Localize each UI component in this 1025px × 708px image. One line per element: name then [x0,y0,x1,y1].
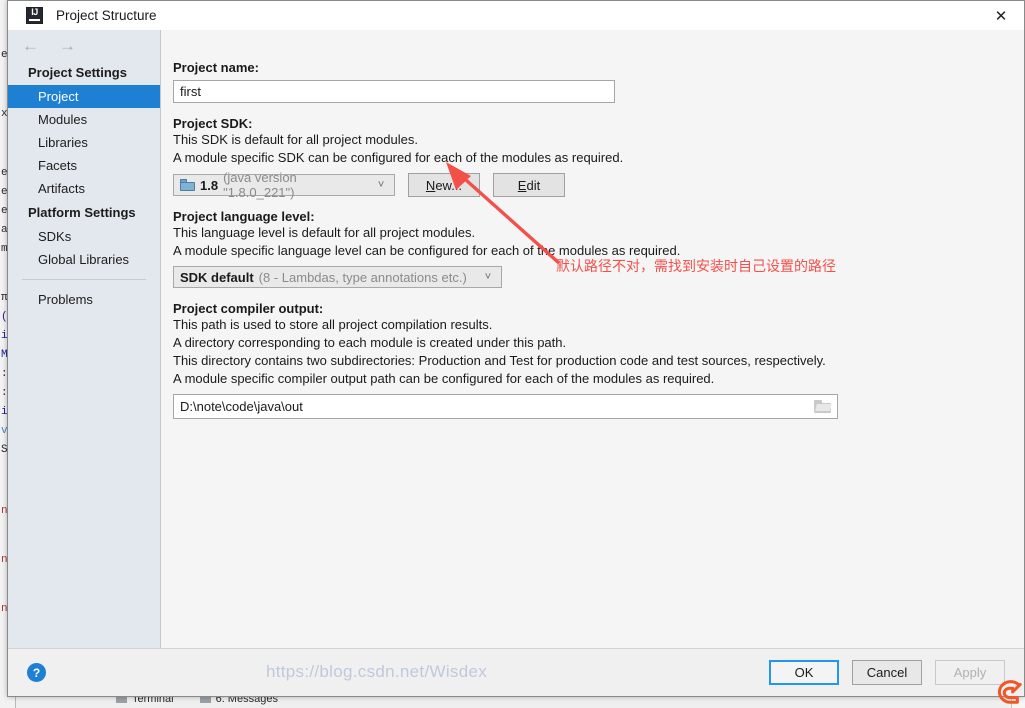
project-structure-dialog: Project Structure ✕ ← → Project Settings… [7,0,1025,697]
compiler-output-desc-1: This path is used to store all project c… [173,317,493,332]
sidebar-item-problems[interactable]: Problems [8,288,160,311]
chevron-down-icon: ˅ [484,271,492,283]
compiler-output-path-input[interactable]: D:\note\code\java\out [173,394,838,419]
arrow-left-icon[interactable]: ← [22,37,39,54]
sidebar-item-sdks[interactable]: SDKs [8,225,160,248]
compiler-output-desc-3: This directory contains two subdirectori… [173,353,826,368]
new-sdk-button[interactable]: New... [408,173,480,197]
project-name-label: Project name: [173,60,259,75]
cancel-button[interactable]: Cancel [852,660,922,685]
apply-button: Apply [935,660,1005,685]
arrow-right-icon[interactable]: → [59,37,76,54]
sidebar-divider [22,279,146,280]
language-level-desc-1: This language level is default for all p… [173,225,476,240]
sidebar-item-global-libraries[interactable]: Global Libraries [8,248,160,271]
language-level-select[interactable]: SDK default (8 - Lambdas, type annotatio… [173,266,502,288]
compiler-output-desc-4: A module specific compiler output path c… [173,371,715,386]
language-level-value: SDK default [180,269,254,285]
project-sdk-desc-1: This SDK is default for all project modu… [173,132,418,147]
screen: e x er er el at me π (i in M : : in v St… [0,0,1025,708]
project-sdk-version: 1.8 [200,177,219,193]
compiler-output-desc-2: A directory corresponding to each module… [173,335,567,350]
ok-button[interactable]: OK [769,660,839,685]
language-level-label: Project language level: [173,209,315,224]
project-sdk-select[interactable]: 1.8 (java version "1.8.0_221") ˅ [173,170,395,200]
dialog-titlebar: Project Structure ✕ [8,1,1024,30]
compiler-output-path-value: D:\note\code\java\out [180,399,303,414]
project-sdk-detail: (java version "1.8.0_221") [223,170,297,200]
project-sdk-label: Project SDK: [173,116,253,131]
help-question-icon[interactable]: ? [27,663,46,682]
sidebar-item-facets[interactable]: Facets [8,154,160,177]
dialog-body: ← → Project Settings Project Modules Lib… [8,30,1024,648]
folder-browse-icon[interactable] [814,400,832,413]
dialog-footer: ? OK Cancel Apply https://blog.csdn.net/… [8,648,1024,696]
sidebar-group-platform-settings: Platform Settings [28,205,136,220]
intellij-idea-icon [26,7,43,24]
sidebar-item-libraries[interactable]: Libraries [8,131,160,154]
csdn-watermark: https://blog.csdn.net/Wisdex [266,662,488,681]
language-level-detail: (8 - Lambdas, type annotations etc.) [258,269,467,285]
project-sdk-desc-2: A module specific SDK can be configured … [173,150,624,165]
edit-sdk-button[interactable]: Edit [493,173,565,197]
project-name-input[interactable]: first [173,80,615,103]
compiler-output-label: Project compiler output: [173,301,324,316]
sidebar-item-artifacts[interactable]: Artifacts [8,177,160,200]
sidebar-item-modules[interactable]: Modules [8,108,160,131]
sidebar-group-project-settings: Project Settings [28,65,127,80]
jdk-folder-icon [180,179,195,191]
chevron-down-icon: ˅ [377,179,385,191]
project-settings-panel: Project name: first Project SDK: This SD… [161,30,1024,648]
settings-sidebar: ← → Project Settings Project Modules Lib… [8,30,161,648]
red-annotation-text: 默认路径不对，需找到安装时自己设置的路径 [556,259,836,275]
sidebar-navigation: ← → [8,30,160,60]
dialog-action-buttons: OK Cancel Apply [769,660,1024,685]
sidebar-item-project[interactable]: Project [8,85,160,108]
dialog-title: Project Structure [56,8,157,23]
close-icon[interactable]: ✕ [978,1,1024,30]
